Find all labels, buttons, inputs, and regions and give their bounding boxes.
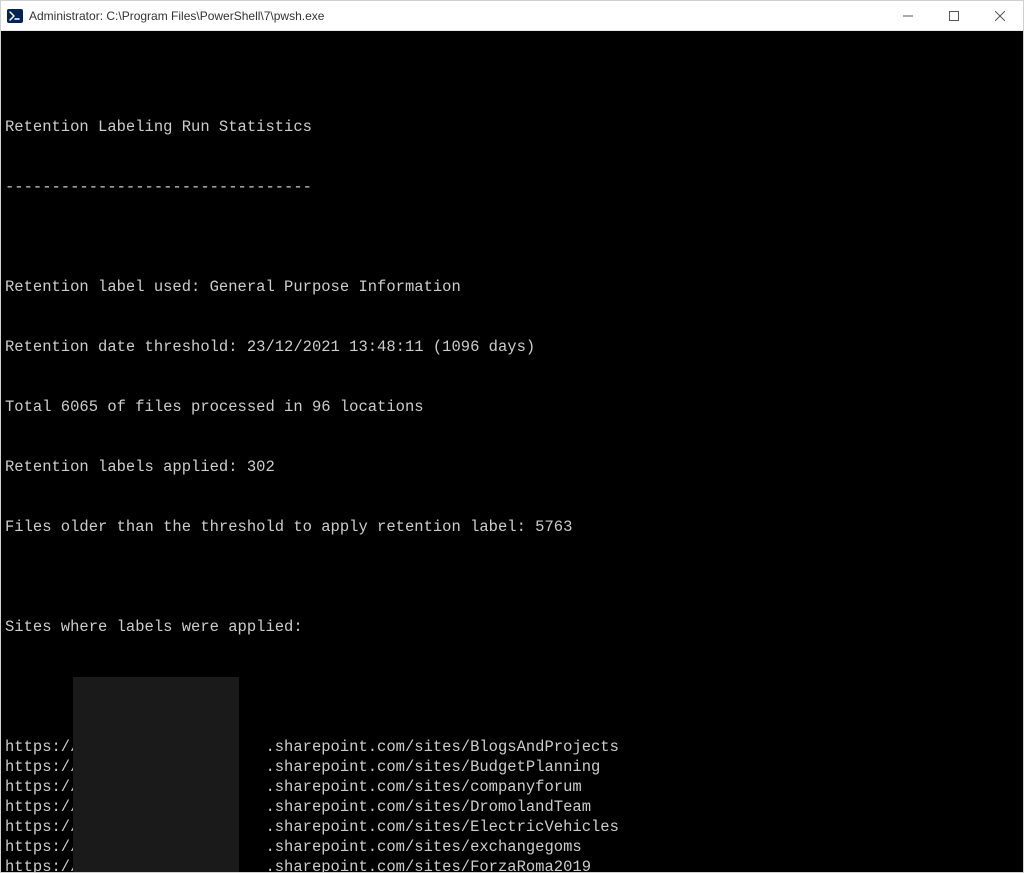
powershell-window: Administrator: C:\Program Files\PowerShe… [0,0,1024,873]
output-older-files: Files older than the threshold to apply … [5,517,1019,537]
sites-list: https:// .sharepoint.com/sites/BlogsAndP… [5,677,1019,872]
close-button[interactable] [977,1,1023,30]
titlebar[interactable]: Administrator: C:\Program Files\PowerShe… [1,1,1023,31]
output-divider: --------------------------------- [5,177,1019,197]
output-sites-header: Sites where labels were applied: [5,617,1019,637]
window-title: Administrator: C:\Program Files\PowerShe… [29,9,885,23]
redacted-block [73,677,239,872]
output-header: Retention Labeling Run Statistics [5,117,1019,137]
output-label-used: Retention label used: General Purpose In… [5,277,1019,297]
powershell-icon [7,8,23,24]
output-date-threshold: Retention date threshold: 23/12/2021 13:… [5,337,1019,357]
maximize-button[interactable] [931,1,977,30]
minimize-button[interactable] [885,1,931,30]
window-controls [885,1,1023,30]
terminal-output[interactable]: Retention Labeling Run Statistics ------… [1,31,1023,872]
output-total-processed: Total 6065 of files processed in 96 loca… [5,397,1019,417]
output-labels-applied: Retention labels applied: 302 [5,457,1019,477]
